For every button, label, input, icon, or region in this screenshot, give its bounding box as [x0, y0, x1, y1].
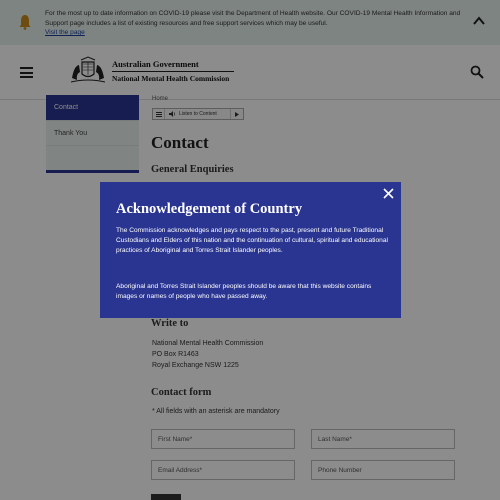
modal-paragraph-1: The Commission acknowledges and pays res…	[116, 227, 388, 255]
close-icon[interactable]	[383, 188, 394, 199]
modal-title: Acknowledgement of Country	[116, 201, 303, 217]
acknowledgement-modal: Acknowledgement of Country The Commissio…	[100, 182, 401, 318]
modal-paragraph-2: Aboriginal and Torres Strait Islander pe…	[116, 283, 372, 301]
